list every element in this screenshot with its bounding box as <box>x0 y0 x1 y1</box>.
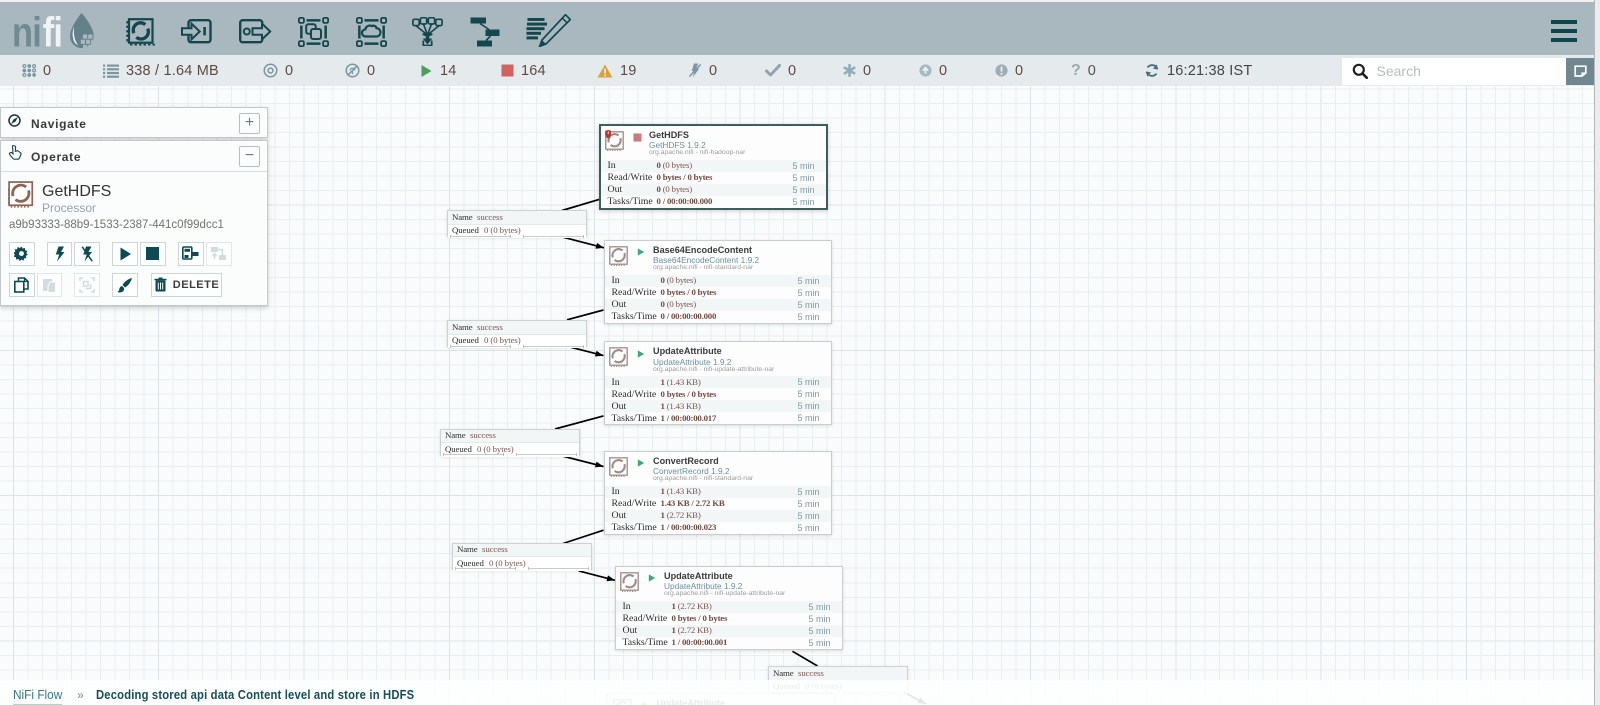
svg-text:fi: fi <box>43 9 62 52</box>
svg-text:ni: ni <box>12 9 41 52</box>
